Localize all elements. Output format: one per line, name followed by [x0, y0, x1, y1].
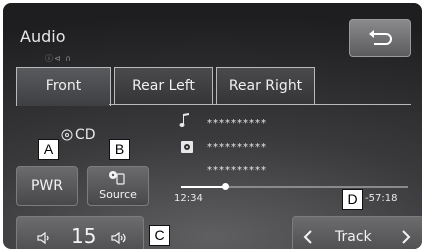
source-button-label: Source [99, 188, 137, 201]
album-name: ********** [207, 142, 267, 153]
music-note-icon [179, 113, 189, 127]
volume-up-icon[interactable] [111, 230, 129, 246]
return-arrow-icon [369, 30, 392, 45]
callout-d: D [342, 189, 363, 210]
track-title: ********** [207, 118, 267, 129]
disc-album-icon [181, 141, 193, 153]
track-control[interactable]: Track [292, 216, 422, 249]
audio-screen: Audio ⓘ⊲ ∩ Front Rear Left Rear Right CD… [3, 3, 422, 249]
power-button[interactable]: PWR [16, 166, 78, 206]
hint-icons: ⓘ⊲ ∩ [45, 54, 73, 63]
power-button-label: PWR [30, 178, 63, 194]
volume-control[interactable]: 15 [16, 216, 144, 249]
remaining-time: -57:18 [365, 193, 398, 204]
artist-name: ********** [207, 165, 267, 176]
progress-knob[interactable] [222, 183, 229, 190]
callout-b: B [109, 139, 130, 160]
source-icon [109, 171, 125, 185]
disc-icon [61, 129, 73, 141]
page-title: Audio [20, 27, 66, 46]
volume-level: 15 [71, 224, 97, 248]
previous-track-icon[interactable] [303, 230, 313, 244]
next-track-icon[interactable] [401, 230, 411, 244]
volume-down-icon[interactable] [37, 231, 51, 245]
back-button[interactable] [349, 19, 411, 57]
source-cd-label: CD [75, 127, 96, 143]
track-label: Track [335, 229, 372, 245]
tab-front[interactable]: Front [16, 67, 111, 106]
source-button[interactable]: Source [87, 166, 149, 206]
tab-divider [109, 104, 411, 105]
tab-rear-left[interactable]: Rear Left [114, 67, 213, 105]
elapsed-time: 12:34 [174, 193, 203, 204]
progress-fill [181, 186, 226, 188]
callout-a: A [38, 139, 59, 160]
tab-rear-right[interactable]: Rear Right [216, 67, 315, 105]
callout-c: C [149, 225, 170, 246]
